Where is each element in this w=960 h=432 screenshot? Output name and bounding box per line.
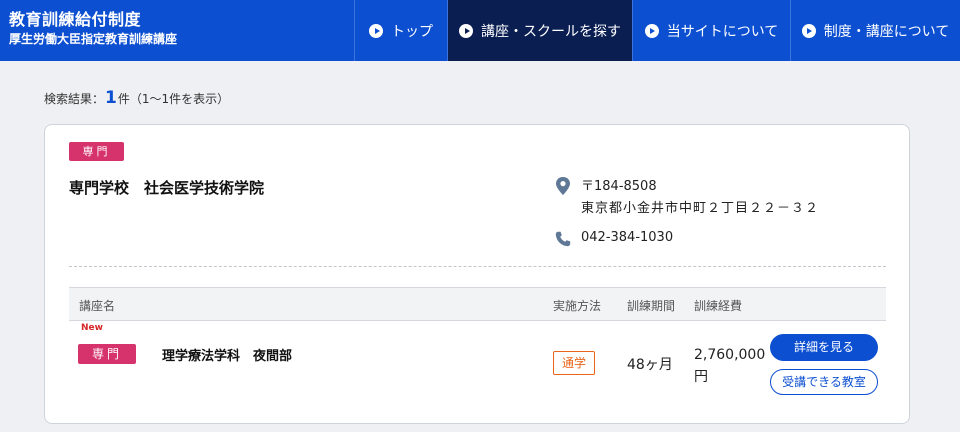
play-circle-icon bbox=[369, 23, 383, 38]
site-title: 教育訓練給付制度 bbox=[9, 10, 142, 29]
section-divider bbox=[69, 266, 886, 267]
school-name: 専門学校 社会医学技術学院 bbox=[69, 179, 265, 197]
course-name: 理学療法学科 夜間部 bbox=[162, 349, 293, 364]
course-period: 48ヶ月 bbox=[627, 357, 673, 373]
col-header-cost: 訓練経費 bbox=[694, 299, 743, 313]
nav-item-label: 当サイトについて bbox=[666, 23, 779, 40]
site-subtitle: 厚生労働大臣指定教育訓練講座 bbox=[9, 32, 178, 46]
nav-item-search-courses[interactable]: 講座・スクールを探す bbox=[447, 0, 632, 61]
nav-item-label: 講座・スクールを探す bbox=[481, 23, 621, 40]
result-number: 1 bbox=[105, 88, 117, 108]
main-nav: トップ 講座・スクールを探す 当サイトについて 制度・講座について bbox=[354, 0, 960, 61]
nav-item-label: トップ bbox=[391, 23, 433, 40]
search-result-count: 検索結果：1件（1～1件を表示） bbox=[44, 88, 229, 108]
result-suffix: 件（1～1件を表示） bbox=[117, 92, 230, 106]
view-details-button[interactable]: 詳細を見る bbox=[770, 334, 878, 361]
course-table-header: 講座名 実施方法 訓練期間 訓練経費 bbox=[69, 287, 886, 321]
school-phone: 042-384-1030 bbox=[581, 230, 674, 245]
postal-code: 〒184-8508 bbox=[581, 179, 657, 194]
site-brand[interactable]: 教育訓練給付制度 厚生労働大臣指定教育訓練講座 bbox=[0, 0, 354, 61]
site-header: 教育訓練給付制度 厚生労働大臣指定教育訓練講座 トップ 講座・スクールを探す 当… bbox=[0, 0, 960, 61]
nav-item-about-site[interactable]: 当サイトについて bbox=[632, 0, 790, 61]
category-badge: 専門 bbox=[78, 344, 136, 364]
result-prefix: 検索結果： bbox=[44, 92, 105, 106]
school-address: 東京都小金井市中町２丁目２２－３２ bbox=[581, 201, 820, 216]
col-header-course: 講座名 bbox=[79, 299, 116, 313]
play-circle-icon bbox=[644, 23, 659, 38]
nav-item-top[interactable]: トップ bbox=[354, 0, 447, 61]
map-pin-icon bbox=[556, 177, 570, 195]
col-header-period: 訓練期間 bbox=[627, 299, 676, 313]
play-circle-icon bbox=[459, 23, 473, 38]
phone-icon bbox=[555, 231, 571, 247]
play-circle-icon bbox=[801, 23, 816, 38]
col-header-method: 実施方法 bbox=[553, 299, 602, 313]
method-tag: 通学 bbox=[553, 351, 595, 375]
course-cost: 2,760,000円 bbox=[694, 347, 766, 385]
new-label: New bbox=[81, 323, 103, 333]
available-classrooms-button[interactable]: 受講できる教室 bbox=[770, 369, 878, 395]
nav-item-label: 制度・講座について bbox=[823, 23, 950, 40]
nav-item-about-system[interactable]: 制度・講座について bbox=[790, 0, 960, 61]
school-card: 専門 専門学校 社会医学技術学院 〒184-8508 東京都小金井市中町２丁目２… bbox=[44, 124, 910, 424]
category-badge: 専門 bbox=[69, 142, 124, 161]
